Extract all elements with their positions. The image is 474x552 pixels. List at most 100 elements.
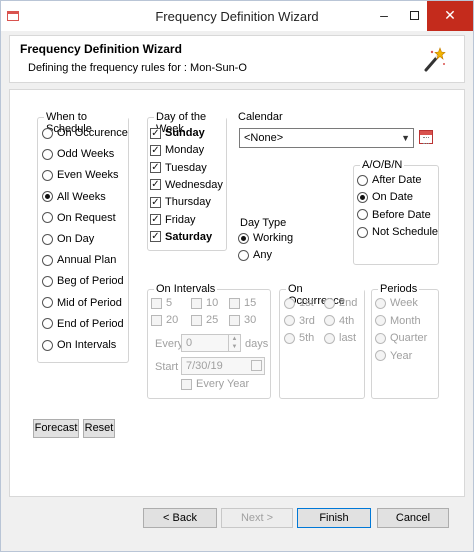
interval-5[interactable]: 5: [151, 295, 172, 311]
radio-button[interactable]: [284, 297, 295, 309]
day-type-working[interactable]: Working: [238, 230, 293, 246]
period-month[interactable]: Month: [375, 313, 421, 329]
occurrence-3rd[interactable]: 3rd: [284, 313, 315, 329]
aobn-option-on-date[interactable]: On Date: [357, 189, 413, 205]
period-quarter[interactable]: Quarter: [375, 330, 427, 346]
radio-button[interactable]: [42, 127, 53, 139]
radio-button[interactable]: [42, 339, 53, 351]
radio-button[interactable]: [42, 275, 53, 287]
radio-button[interactable]: [284, 315, 295, 326]
day-type-any[interactable]: Any: [238, 247, 272, 263]
aobn-option-before-date[interactable]: Before Date: [357, 207, 431, 223]
radio-button[interactable]: [42, 148, 53, 160]
occurrence-1st[interactable]: 1st: [284, 295, 314, 311]
radio-button[interactable]: [324, 332, 335, 344]
schedule-option-end-of-period-label: End of Period: [57, 317, 124, 330]
radio-button[interactable]: [375, 315, 386, 326]
checkbox[interactable]: [150, 214, 161, 225]
close-button[interactable]: ✕: [427, 1, 473, 31]
schedule-option-on-request[interactable]: On Request: [42, 210, 116, 226]
interval-30[interactable]: 30: [229, 312, 256, 328]
day-checkbox-monday[interactable]: Monday: [150, 142, 204, 158]
checkbox[interactable]: [229, 314, 240, 326]
radio-button[interactable]: [42, 212, 53, 224]
radio-button[interactable]: [42, 297, 53, 309]
schedule-option-beg-of-period[interactable]: Beg of Period: [42, 273, 124, 289]
schedule-option-odd-weeks[interactable]: Odd Weeks: [42, 146, 114, 162]
schedule-option-end-of-period[interactable]: End of Period: [42, 316, 124, 332]
interval-10[interactable]: 10: [191, 295, 218, 311]
occurrence-last[interactable]: last: [324, 330, 356, 346]
radio-button[interactable]: [238, 249, 249, 261]
checkbox[interactable]: [151, 297, 162, 309]
day-checkbox-saturday[interactable]: Saturday: [150, 229, 212, 245]
radio-button[interactable]: [357, 191, 368, 203]
every-year-check[interactable]: [181, 378, 192, 390]
radio-button[interactable]: [42, 233, 53, 245]
checkbox[interactable]: [150, 231, 161, 243]
period-year[interactable]: Year: [375, 348, 412, 364]
period-week[interactable]: Week: [375, 295, 418, 311]
day-checkbox-thursday-label: Thursday: [165, 196, 211, 209]
radio-button[interactable]: [324, 315, 335, 326]
back-button[interactable]: < Back: [143, 508, 217, 528]
radio-button[interactable]: [42, 254, 53, 266]
checkbox[interactable]: [229, 297, 240, 309]
next-button[interactable]: Next >: [221, 508, 293, 528]
radio-button[interactable]: [324, 297, 335, 309]
aobn-option-not-schedule[interactable]: Not Schedule: [357, 224, 438, 240]
day-checkbox-tuesday-label: Tuesday: [165, 161, 207, 174]
radio-button[interactable]: [357, 226, 368, 238]
day-checkbox-wednesday[interactable]: Wednesday: [150, 177, 223, 193]
radio-button[interactable]: [357, 174, 368, 186]
every-year-checkbox[interactable]: Every Year: [181, 376, 249, 392]
day-checkbox-tuesday[interactable]: Tuesday: [150, 160, 207, 176]
checkbox[interactable]: [150, 127, 161, 139]
calendar-icon[interactable]: [419, 130, 433, 144]
radio-button[interactable]: [42, 318, 53, 330]
minimize-button[interactable]: –: [369, 1, 399, 31]
date-picker-icon[interactable]: [251, 360, 262, 371]
occurrence-2nd[interactable]: 2nd: [324, 295, 357, 311]
radio-button[interactable]: [375, 297, 386, 309]
schedule-option-on-occurence[interactable]: On Occurence: [42, 125, 128, 141]
radio-button[interactable]: [42, 191, 53, 203]
radio-button[interactable]: [375, 332, 386, 344]
interval-15[interactable]: 15: [229, 295, 256, 311]
spinner-arrows-icon[interactable]: ▲ ▼: [228, 335, 240, 351]
checkbox[interactable]: [150, 179, 161, 191]
day-checkbox-thursday[interactable]: Thursday: [150, 194, 211, 210]
checkbox[interactable]: [150, 162, 161, 174]
schedule-option-even-weeks[interactable]: Even Weeks: [42, 167, 119, 183]
start-date-field[interactable]: 7/30/19: [181, 357, 265, 375]
schedule-option-on-day[interactable]: On Day: [42, 231, 94, 247]
checkbox[interactable]: [191, 297, 202, 309]
schedule-option-mid-of-period[interactable]: Mid of Period: [42, 295, 122, 311]
schedule-option-annual-plan[interactable]: Annual Plan: [42, 252, 116, 268]
occurrence-5th[interactable]: 5th: [284, 330, 314, 346]
occurrence-4th[interactable]: 4th: [324, 313, 354, 329]
cancel-button[interactable]: Cancel: [377, 508, 449, 528]
checkbox[interactable]: [150, 196, 161, 208]
reset-button[interactable]: Reset: [83, 419, 115, 438]
interval-20[interactable]: 20: [151, 312, 178, 328]
radio-button[interactable]: [238, 232, 249, 244]
finish-button[interactable]: Finish: [297, 508, 371, 528]
schedule-option-on-intervals[interactable]: On Intervals: [42, 337, 116, 353]
radio-button[interactable]: [284, 332, 295, 344]
every-days-stepper[interactable]: 0 ▲ ▼: [181, 334, 241, 352]
checkbox[interactable]: [150, 144, 161, 156]
radio-button[interactable]: [42, 169, 53, 181]
radio-button[interactable]: [357, 209, 368, 221]
checkbox[interactable]: [191, 314, 202, 326]
schedule-option-all-weeks[interactable]: All Weeks: [42, 189, 106, 205]
forecast-button[interactable]: Forecast: [33, 419, 79, 438]
day-checkbox-friday[interactable]: Friday: [150, 212, 196, 228]
checkbox[interactable]: [151, 314, 162, 326]
interval-25[interactable]: 25: [191, 312, 218, 328]
aobn-option-after-date[interactable]: After Date: [357, 172, 422, 188]
maximize-button[interactable]: [399, 1, 429, 31]
day-checkbox-sunday[interactable]: Sunday: [150, 125, 205, 141]
radio-button[interactable]: [375, 350, 386, 361]
calendar-select[interactable]: <None> ▼: [239, 128, 414, 148]
